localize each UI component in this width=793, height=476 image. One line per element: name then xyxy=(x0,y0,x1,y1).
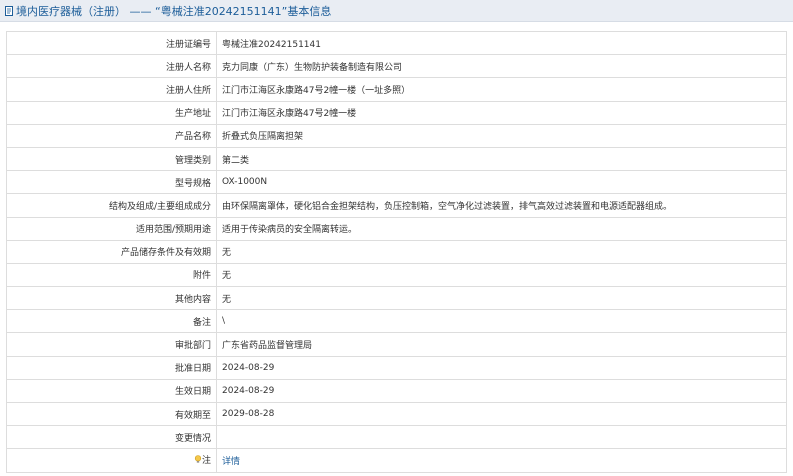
row-value: 适用于传染病员的安全隔离转运。 xyxy=(216,216,787,241)
lightbulb-icon xyxy=(194,455,202,467)
row-label: 注册人名称 xyxy=(6,54,217,79)
table-row: 有效期至 2029-08-28 xyxy=(6,401,787,427)
row-value xyxy=(216,425,787,450)
table-row: 其他内容无 xyxy=(6,286,787,311)
row-value: 粤械注准20242151141 xyxy=(216,30,787,56)
table-row: 变更情况 xyxy=(6,425,787,450)
row-value: 无 xyxy=(216,286,787,311)
row-label: 产品名称 xyxy=(6,123,217,148)
row-label: 有效期至 xyxy=(6,401,217,427)
table-row: 结构及组成/主要组成成分 由环保隔离罩体，硬化铝合金担架结构，负压控制箱，空气净化… xyxy=(6,193,787,218)
row-label: 型号规格 xyxy=(6,170,217,195)
table-row: 备注 \ xyxy=(6,309,787,334)
page-header: 境内医疗器械（注册） —— “粤械注准20242151141”基本信息 xyxy=(0,0,793,22)
row-label: 适用范围/预期用途 xyxy=(6,216,217,241)
row-label: 注册证编号 xyxy=(6,30,217,56)
row-label: 附件 xyxy=(6,262,217,288)
details-link[interactable]: 详情 xyxy=(222,457,240,467)
row-label: 注册人住所 xyxy=(6,77,217,102)
table-row: 管理类别 第二类 xyxy=(6,146,787,172)
table-row: 注册人名称 克力同康（广东）生物防护装备制造有限公司 xyxy=(6,54,787,79)
row-value: 由环保隔离罩体，硬化铝合金担架结构，负压控制箱，空气净化过滤装置，排气高效过滤装… xyxy=(216,193,787,218)
table-row: 注册人住所 江门市江海区永康路47号2幢一楼（一址多照） xyxy=(6,77,787,102)
table-row: 适用范围/预期用途 适用于传染病员的安全隔离转运。 xyxy=(6,216,787,241)
table-row: 产品名称 折叠式负压隔离担架 xyxy=(6,123,787,148)
row-label: 变更情况 xyxy=(6,425,217,450)
note-label-cell: 注 xyxy=(6,448,217,473)
document-icon xyxy=(4,5,14,16)
table-row: 生产地址 江门市江海区永康路47号2幢一楼 xyxy=(6,100,787,125)
row-label: 生效日期 xyxy=(6,378,217,404)
table-row: 注册证编号 粤械注准20242151141 xyxy=(6,30,787,56)
row-label: 结构及组成/主要组成成分 xyxy=(6,193,217,218)
row-value: 2029-08-28 xyxy=(216,401,787,427)
row-value: 第二类 xyxy=(216,146,787,172)
row-label: 备注 xyxy=(6,309,217,334)
row-value: 2024-08-29 xyxy=(216,355,787,380)
table-row: 附件无 xyxy=(6,262,787,288)
table-row: 审批部门 广东省药品监督管理局 xyxy=(6,332,787,357)
row-value: 无 xyxy=(216,262,787,288)
page-title: 境内医疗器械（注册） —— “粤械注准20242151141”基本信息 xyxy=(16,4,332,18)
row-label: 其他内容 xyxy=(6,286,217,311)
row-value: 无 xyxy=(216,239,787,264)
row-value: OX-1000N xyxy=(216,170,787,195)
row-value: 江门市江海区永康路47号2幢一楼 xyxy=(216,100,787,125)
row-value: 江门市江海区永康路47号2幢一楼（一址多照） xyxy=(216,77,787,102)
row-value: 2024-08-29 xyxy=(216,378,787,404)
table-row: 产品储存条件及有效期无 xyxy=(6,239,787,264)
note-label: 注 xyxy=(201,456,211,467)
row-label: 审批部门 xyxy=(6,332,217,357)
row-value: 克力同康（广东）生物防护装备制造有限公司 xyxy=(216,54,787,79)
note-value-cell: 详情 xyxy=(216,448,787,473)
row-value: 广东省药品监督管理局 xyxy=(216,332,787,357)
row-label: 管理类别 xyxy=(6,146,217,172)
table-row: 批准日期 2024-08-29 xyxy=(6,355,787,380)
table-row: 型号规格 OX-1000N xyxy=(6,170,787,195)
table-row: 生效日期 2024-08-29 xyxy=(6,378,787,404)
table-row-note: 注 详情 xyxy=(6,448,787,473)
info-table: 注册证编号 粤械注准20242151141 注册人名称 克力同康（广东）生物防护装备… xyxy=(6,30,787,473)
row-value: 折叠式负压隔离担架 xyxy=(216,123,787,148)
row-value: \ xyxy=(216,309,787,334)
row-label: 产品储存条件及有效期 xyxy=(6,239,217,264)
row-label: 批准日期 xyxy=(6,355,217,380)
row-label: 生产地址 xyxy=(6,100,217,125)
